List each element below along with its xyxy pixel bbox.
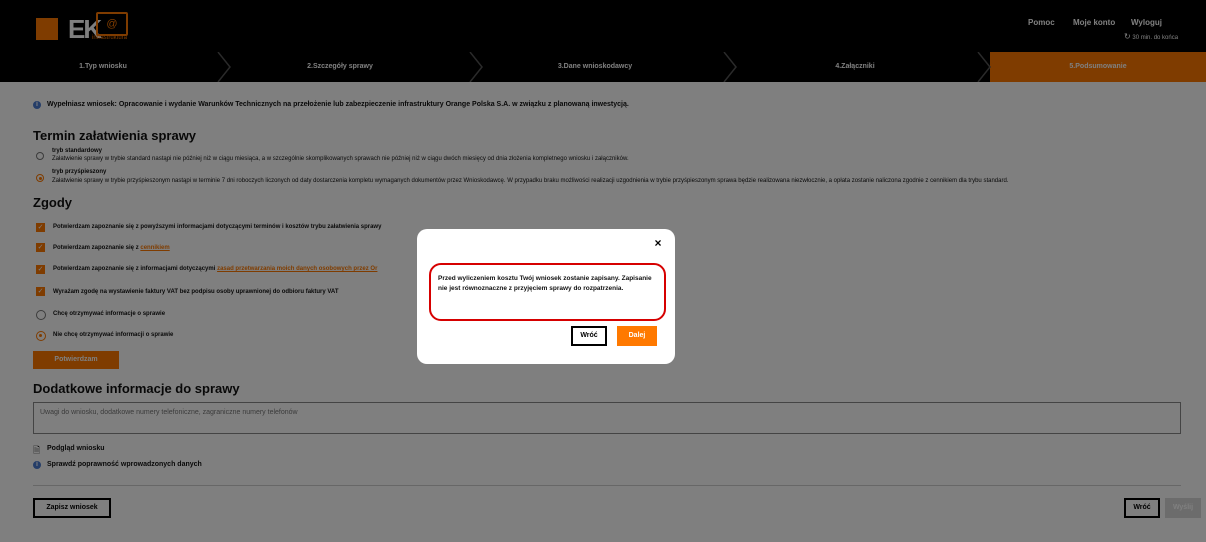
modal-back-button[interactable]: Wróć <box>571 326 607 346</box>
close-icon[interactable]: × <box>652 237 664 249</box>
modal-next-button[interactable]: Dalej <box>617 326 657 346</box>
modal-message: Przed wyliczeniem kosztu Twój wniosek zo… <box>429 263 666 321</box>
